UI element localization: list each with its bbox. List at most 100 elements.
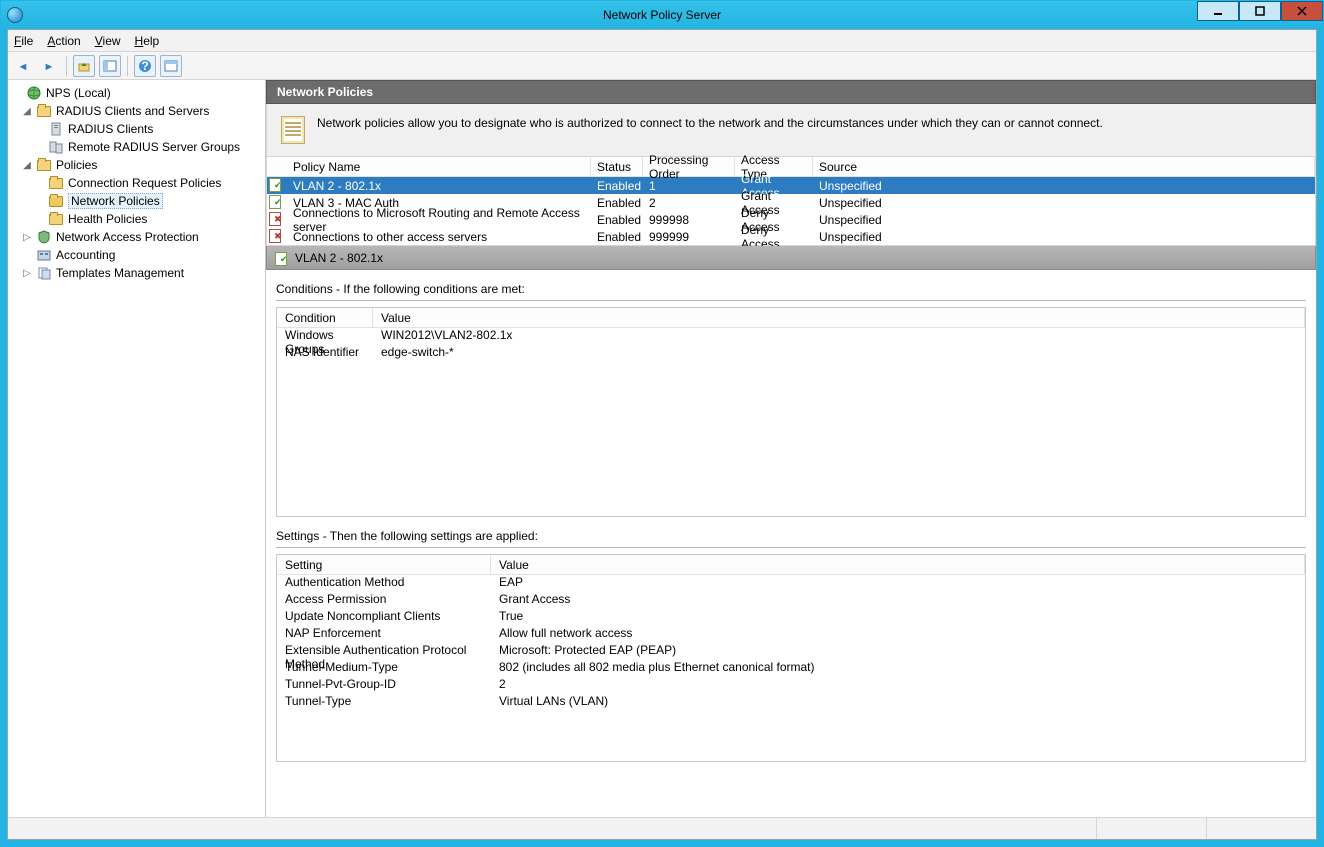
policy-status: Enabled [591,179,643,193]
tree-connection-request-policies[interactable]: Connection Request Policies [8,174,265,192]
up-button[interactable] [73,55,95,77]
menu-help[interactable]: Help [135,34,160,48]
setting-row[interactable]: Tunnel-Pvt-Group-ID2 [277,677,1305,694]
menu-file[interactable]: File [14,34,33,48]
menu-action[interactable]: Action [47,34,80,48]
tree-radius-servers[interactable]: ◢RADIUS Clients and Servers [8,102,265,120]
col-status[interactable]: Status [591,157,643,176]
settings-grid[interactable]: Setting Value Authentication MethodEAPAc… [276,554,1306,762]
tree-root[interactable]: NPS (Local) [8,84,265,102]
statusbar-main [8,818,1096,839]
condition-row[interactable]: Windows GroupsWIN2012\VLAN2-802.1x [277,328,1305,345]
folder-icon [37,160,51,171]
tree-nap[interactable]: ▷Network Access Protection [8,228,265,246]
tree-radius-clients[interactable]: RADIUS Clients [8,120,265,138]
setting-value: Microsoft: Protected EAP (PEAP) [491,643,1305,660]
col-value[interactable]: Value [491,555,1305,574]
panel-header: Network Policies [266,80,1316,104]
condition-value: edge-switch-* [373,345,1305,362]
setting-name: Tunnel-Type [277,694,491,711]
detail-header: VLAN 2 - 802.1x [266,246,1316,270]
navigation-tree[interactable]: NPS (Local) ◢RADIUS Clients and Servers … [8,80,266,817]
folder-icon [49,214,63,225]
policy-name: VLAN 2 - 802.1x [287,179,591,193]
arrow-right-icon [44,59,55,73]
back-button[interactable] [12,55,34,77]
tree-templates[interactable]: ▷Templates Management [8,264,265,282]
shield-icon [36,229,52,245]
policy-name: Connections to other access servers [287,230,591,244]
policy-ok-icon [275,251,289,265]
condition-name: Windows Groups [277,328,373,345]
condition-row[interactable]: NAS Identifieredge-switch-* [277,345,1305,362]
policy-order: 999998 [643,213,735,227]
policy-status: Enabled [591,196,643,210]
policy-source: Unspecified [813,196,1315,210]
setting-value: 2 [491,677,1305,694]
document-icon [281,116,305,144]
policy-ok-icon [269,177,283,191]
arrow-left-icon [18,59,29,73]
col-value[interactable]: Value [373,308,1305,327]
conditions-label: Conditions - If the following conditions… [266,270,1316,300]
folder-icon [49,178,63,189]
window-icon [164,59,178,73]
menu-view[interactable]: View [95,34,121,48]
toolbar-separator [66,56,67,76]
tree-network-policies[interactable]: Network Policies [8,192,265,210]
detail-title: VLAN 2 - 802.1x [295,251,383,265]
statusbar-cell [1096,818,1206,839]
policy-list[interactable]: Policy Name Status Processing Order Acce… [266,157,1316,246]
setting-row[interactable]: Tunnel-Medium-Type802 (includes all 802 … [277,660,1305,677]
policy-deny-icon [269,228,283,242]
divider [276,547,1306,548]
tree-policies[interactable]: ◢Policies [8,156,265,174]
show-hide-tree-button[interactable] [99,55,121,77]
policy-ok-icon [269,194,283,208]
condition-name: NAS Identifier [277,345,373,362]
policy-source: Unspecified [813,179,1315,193]
setting-row[interactable]: Authentication MethodEAP [277,575,1305,592]
tree-accounting[interactable]: Accounting [8,246,265,264]
col-processing-order[interactable]: Processing Order [643,157,735,176]
setting-row[interactable]: Access PermissionGrant Access [277,592,1305,609]
col-condition[interactable]: Condition [277,308,373,327]
policy-deny-icon [269,211,283,225]
setting-value: Allow full network access [491,626,1305,643]
client-area: File Action View Help ? NPS (Local) ◢RAD… [7,29,1317,840]
intro-text: Network policies allow you to designate … [317,116,1103,130]
tree-health-policies[interactable]: Health Policies [8,210,265,228]
setting-name: Tunnel-Medium-Type [277,660,491,677]
conditions-grid[interactable]: Condition Value Windows GroupsWIN2012\VL… [276,307,1306,517]
setting-value: EAP [491,575,1305,592]
menubar: File Action View Help [8,30,1316,52]
settings-label: Settings - Then the following settings a… [266,517,1316,547]
globe-icon [26,85,42,101]
col-source[interactable]: Source [813,157,1315,176]
folder-open-icon [49,196,63,207]
panes-icon [103,59,117,73]
policy-status: Enabled [591,230,643,244]
main-panel: Network Policies Network policies allow … [266,80,1316,817]
divider [276,300,1306,301]
app-icon [7,7,23,23]
setting-row[interactable]: Tunnel-TypeVirtual LANs (VLAN) [277,694,1305,711]
policy-status: Enabled [591,213,643,227]
forward-button[interactable] [38,55,60,77]
svg-text:?: ? [141,59,148,73]
minimize-button[interactable] [1197,1,1239,21]
help-button[interactable]: ? [134,55,156,77]
properties-button[interactable] [160,55,182,77]
maximize-button[interactable] [1239,1,1281,21]
setting-row[interactable]: Update Noncompliant ClientsTrue [277,609,1305,626]
tree-remote-radius[interactable]: Remote RADIUS Server Groups [8,138,265,156]
statusbar-cell [1206,818,1316,839]
window-chrome: Network Policy Server File Action View H… [0,0,1324,847]
col-setting[interactable]: Setting [277,555,491,574]
setting-row[interactable]: Extensible Authentication Protocol Metho… [277,643,1305,660]
close-button[interactable] [1281,1,1323,21]
col-policy-name[interactable]: Policy Name [287,157,591,176]
titlebar[interactable]: Network Policy Server [1,1,1323,29]
setting-row[interactable]: NAP EnforcementAllow full network access [277,626,1305,643]
policy-row[interactable]: Connections to other access serversEnabl… [267,228,1315,245]
